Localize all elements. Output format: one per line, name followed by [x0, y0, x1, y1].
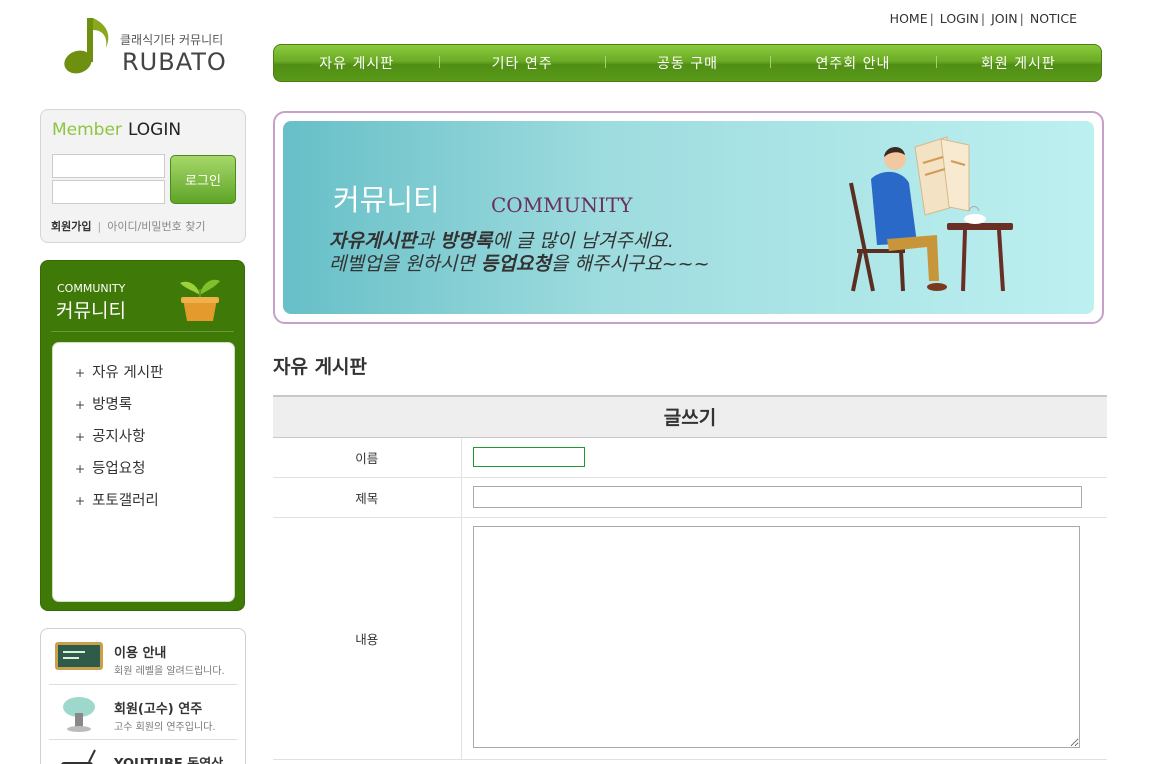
- name-label: 이름: [273, 437, 462, 478]
- join-link[interactable]: JOIN: [991, 11, 1018, 26]
- login-link[interactable]: LOGIN: [940, 11, 979, 26]
- login-button[interactable]: 로그인: [170, 155, 236, 204]
- banner-title-en: COMMUNITY: [491, 193, 633, 217]
- content-textarea[interactable]: [472, 526, 1080, 748]
- nav-member-board[interactable]: 회원 게시판: [935, 53, 1101, 73]
- microphone-icon: [63, 697, 95, 732]
- find-account-link[interactable]: 아이디/비밀번호 찾기: [107, 220, 205, 233]
- nav-concert-info[interactable]: 연주회 안내: [770, 53, 935, 73]
- community-item-photo[interactable]: + 포토갤러리: [75, 489, 163, 521]
- login-title: Member LOGIN: [52, 120, 182, 140]
- login-box: Member LOGIN 로그인 회원가입 | 아이디/비밀번호 찾기: [40, 109, 246, 243]
- sprout-pot-icon: [180, 279, 220, 321]
- info-guide[interactable]: 이용 안내 회원 레벨을 알려드립니다.: [49, 629, 237, 684]
- board-title: 자유 게시판: [273, 356, 368, 378]
- subject-label: 제목: [273, 477, 462, 518]
- chalkboard-icon: [55, 642, 103, 670]
- login-password-input[interactable]: [52, 180, 165, 204]
- logo-subtitle: 클래식기타 커뮤니티: [120, 33, 224, 47]
- form-title: 글쓰기: [273, 395, 1107, 438]
- banner-message-2: 레벨업을 원하시면 등업요청을 해주시구요~~~: [329, 253, 710, 275]
- community-item-levelup[interactable]: + 등업요청: [75, 457, 163, 489]
- community-list-panel: + 자유 게시판 + 방명록 + 공지사항 + 등업요청 + 포토갤러리: [52, 342, 235, 602]
- community-menu: COMMUNITY 커뮤니티 + 자유 게시판 + 방명록 + 공지사항 + 등업요청 …: [40, 260, 245, 611]
- home-link[interactable]: HOME: [890, 11, 928, 26]
- music-note-icon: [64, 18, 109, 74]
- banner-title-ko: 커뮤니티: [333, 183, 440, 217]
- name-input[interactable]: [472, 447, 585, 467]
- community-title-ko: 커뮤니티: [56, 300, 126, 322]
- join-link[interactable]: 회원가입: [51, 220, 91, 233]
- newspaper-reader-illustration: [849, 136, 1013, 292]
- write-form: 글쓰기 이름 제목 내용: [273, 395, 1107, 760]
- info-member-play[interactable]: 회원(고수) 연주 고수 회원의 연주입니다.: [49, 684, 237, 739]
- nav-group-buy[interactable]: 공동 구매: [604, 53, 770, 73]
- info-box: 이용 안내 회원 레벨을 알려드립니다. 회원(고수) 연주 고수 회원의 연주…: [40, 628, 246, 764]
- logo-brand: RUBATO: [122, 48, 227, 76]
- site-logo[interactable]: 클래식기타 커뮤니티 RUBATO: [62, 14, 232, 80]
- content-label: 내용: [273, 517, 462, 760]
- login-id-input[interactable]: [52, 154, 165, 178]
- notice-link[interactable]: NOTICE: [1030, 11, 1077, 26]
- subject-input[interactable]: [472, 486, 1082, 508]
- info-youtube[interactable]: YOUTUBE 동영상: [49, 739, 237, 764]
- community-item-free-board[interactable]: + 자유 게시판: [75, 361, 163, 393]
- login-links: 회원가입 | 아이디/비밀번호 찾기: [51, 220, 206, 233]
- community-item-notice[interactable]: + 공지사항: [75, 425, 163, 457]
- nav-free-board[interactable]: 자유 게시판: [274, 53, 439, 73]
- community-title-en: COMMUNITY: [57, 282, 126, 295]
- utility-nav: HOME | LOGIN | JOIN | NOTICE: [889, 11, 1077, 26]
- video-camera-icon: [61, 749, 96, 764]
- main-nav: 자유 게시판 기타 연주 공동 구매 연주회 안내 회원 게시판: [273, 44, 1102, 82]
- nav-guitar-play[interactable]: 기타 연주: [439, 53, 604, 73]
- community-item-guestbook[interactable]: + 방명록: [75, 393, 163, 425]
- community-banner: 커뮤니티 COMMUNITY 자유게시판과 방명록에 글 많이 남겨주세요. 레…: [273, 111, 1104, 324]
